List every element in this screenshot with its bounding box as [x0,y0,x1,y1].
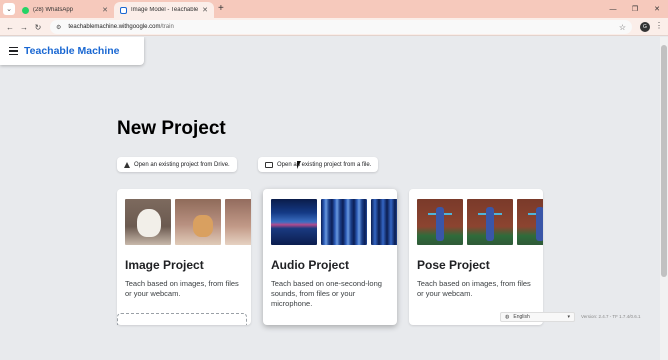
globe-icon: ◍ [505,314,510,320]
bookmark-star-icon[interactable]: ☆ [619,23,626,32]
dog-photo-thumbnail [225,199,251,245]
page-content: Teachable Machine New Project Open an ex… [0,37,660,360]
more-projects-card[interactable] [117,313,247,325]
browser-menu-icon[interactable]: ⋮ [655,21,663,30]
spectrogram-thumbnail [371,199,397,245]
reload-icon[interactable]: ↻ [32,21,44,33]
tab-close-icon[interactable]: ✕ [102,6,108,14]
back-icon[interactable]: ← [4,21,16,33]
folder-icon [265,161,273,168]
hamburger-menu-icon[interactable] [9,46,18,56]
tab-title: (28) WhatsApp [33,7,74,13]
open-from-file-label: Open an existing project from a file. [277,161,372,168]
url-path: /train [160,24,174,30]
spectrogram-thumbnail [271,199,317,245]
dog-photo-thumbnail [125,199,171,245]
pose-photo-thumbnail [467,199,513,245]
version-text: Version: 2.4.7 - TF 1.7.4/0.6.1 [581,314,641,319]
profile-avatar[interactable]: G [640,22,650,32]
close-window-icon[interactable]: ✕ [646,0,668,18]
restore-icon[interactable]: ❐ [624,0,646,18]
new-tab-button[interactable]: + [218,3,224,15]
address-bar[interactable]: ⚙ teachablemachine.withgoogle.com/train … [50,20,632,34]
spectrogram-thumbnail [321,199,367,245]
audio-project-card[interactable]: Audio Project Teach based on one-second-… [263,189,397,325]
url-text: teachablemachine.withgoogle.com/train [68,24,618,30]
open-from-drive-label: Open an existing project from Drive. [134,161,230,168]
card-description: Teach based on images, from files or you… [417,279,531,298]
open-from-file-button[interactable]: Open an existing project from a file. [258,157,379,172]
pose-project-thumbnails [417,199,543,245]
browser-toolbar: ← → ↻ ⚙ teachablemachine.withgoogle.com/… [0,18,668,36]
language-value: English [513,314,530,320]
tab-title: Image Model - Teachable Machine [131,7,199,13]
dog-photo-thumbnail [175,199,221,245]
tab-close-icon[interactable]: ✕ [202,6,208,14]
card-title: Image Project [125,258,204,272]
teachable-machine-icon [120,6,127,14]
forward-icon[interactable]: → [18,21,30,33]
minimize-icon[interactable]: — [602,0,624,18]
brand-logo[interactable]: Teachable Machine [24,45,120,57]
image-project-thumbnails [125,199,251,245]
card-description: Teach based on one-second-long sounds, f… [271,279,382,308]
drive-icon [124,161,130,168]
window-controls: — ❐ ✕ [602,0,668,18]
image-project-card[interactable]: Image Project Teach based on images, fro… [117,189,251,325]
chevron-down-icon: ▾ [567,314,570,320]
audio-project-thumbnails [271,199,397,245]
scrollbar-thumb[interactable] [661,45,667,277]
card-title: Pose Project [417,258,490,272]
browser-tab-strip: ⌄ (28) WhatsApp ✕ Image Model - Teachabl… [0,0,668,18]
whatsapp-icon [22,6,29,14]
pose-project-card[interactable]: Pose Project Teach based on images, from… [409,189,543,325]
card-title: Audio Project [271,258,350,272]
pose-photo-thumbnail [417,199,463,245]
pose-photo-thumbnail [517,199,543,245]
tab-teachable-machine[interactable]: Image Model - Teachable Machine ✕ [114,2,214,18]
card-description: Teach based on images, from files or you… [125,279,239,298]
page-scrollbar[interactable] [660,37,668,360]
tab-search-button[interactable]: ⌄ [3,3,15,15]
site-info-icon[interactable]: ⚙ [56,24,61,31]
open-from-drive-button[interactable]: Open an existing project from Drive. [117,157,237,172]
app-header: Teachable Machine [0,37,144,65]
page-title: New Project [117,118,226,139]
url-host: teachablemachine.withgoogle.com [68,24,161,30]
language-select[interactable]: ◍ English ▾ [500,312,575,322]
tab-whatsapp[interactable]: (28) WhatsApp ✕ [16,2,114,18]
mouse-cursor-icon [297,161,301,169]
